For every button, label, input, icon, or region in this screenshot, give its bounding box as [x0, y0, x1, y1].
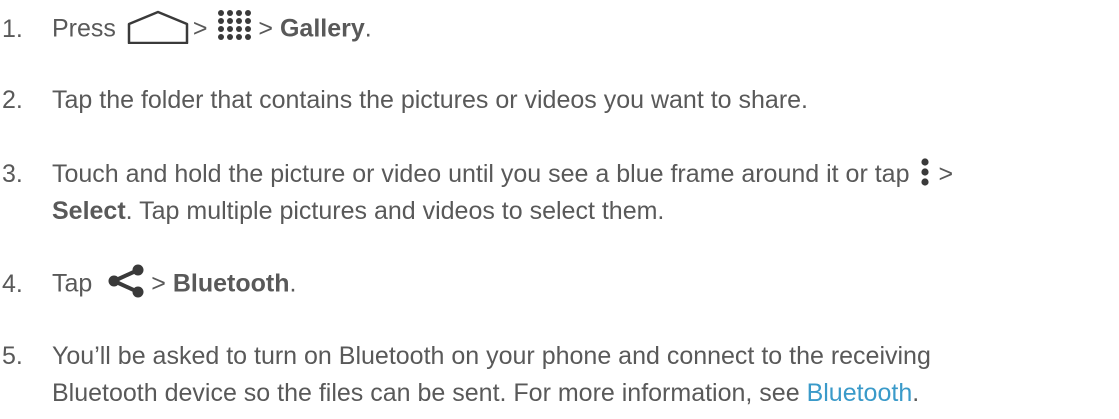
step-end: .: [289, 269, 297, 298]
bold-term-bluetooth: Bluetooth: [172, 269, 290, 298]
step-2: 2. Tap the folder that contains the pictu…: [0, 82, 808, 118]
step-end: .: [364, 14, 372, 43]
step-number: 3.: [2, 160, 23, 188]
step-1: 1. Press > > Gallery.: [0, 8, 372, 52]
step-number: 4.: [2, 269, 23, 298]
bold-term-select: Select: [52, 197, 126, 225]
step-number: 1.: [2, 14, 23, 43]
instruction-steps: 1. Press > > Gallery. 2. Tap the folder th…: [0, 0, 1119, 419]
menu-more-icon: [918, 157, 932, 187]
step-text: You’ll be asked to turn on Bluetooth on …: [52, 342, 931, 370]
separator: >: [938, 160, 954, 188]
share-icon: [107, 264, 145, 298]
step-text: Tap the folder that contains the picture…: [52, 86, 808, 114]
step-5-continuation: Bluetooth device so the files can be sen…: [52, 375, 919, 411]
separator: >: [258, 14, 274, 43]
step-text: Bluetooth device so the files can be sen…: [52, 379, 800, 407]
step-text: Touch and hold the picture or video unti…: [52, 160, 910, 188]
step-3-continuation: Select. Tap multiple pictures and videos…: [52, 193, 664, 229]
step-text: Press: [52, 14, 116, 43]
step-number: 5.: [2, 342, 23, 370]
separator: >: [192, 14, 208, 43]
bold-term-gallery: Gallery: [279, 14, 365, 43]
step-number: 2.: [2, 86, 23, 114]
step-end: .: [912, 379, 920, 407]
step-text: Tap: [52, 269, 93, 298]
step-5: 5. You’ll be asked to turn on Bluetooth o…: [0, 338, 931, 374]
separator: >: [151, 269, 166, 298]
bluetooth-link[interactable]: Bluetooth: [807, 379, 913, 407]
step-4: 4. Tap > Bluetooth.: [0, 264, 296, 306]
apps-grid-icon: [216, 8, 254, 42]
step-3: 3. Touch and hold the picture or video un…: [0, 156, 953, 193]
step-text: . Tap multiple pictures and videos to se…: [125, 197, 665, 225]
home-icon: [127, 10, 189, 45]
